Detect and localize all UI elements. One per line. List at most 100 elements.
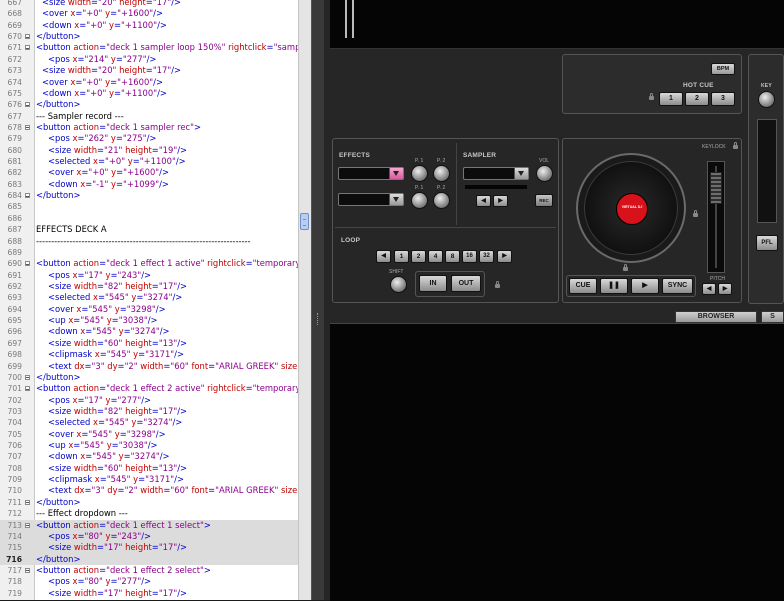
code-line[interactable]: 704 <selected x="545" y="3274"/> <box>0 417 298 428</box>
code-line[interactable]: 711 </button> <box>0 497 298 508</box>
sampler-next-button[interactable]: ▶ <box>493 195 508 207</box>
effect-2-param-2-knob[interactable] <box>433 192 450 209</box>
code-line[interactable]: 708 <size width="60" height="13"/> <box>0 463 298 474</box>
hot-cue-2-button[interactable]: 2 <box>685 92 709 106</box>
code-line[interactable]: 703 <size width="82" height="17"/> <box>0 406 298 417</box>
code-line[interactable]: 706 <up x="545" y="3038"/> <box>0 440 298 451</box>
effect-1-dropdown[interactable] <box>338 167 404 180</box>
code-line[interactable]: 693 <selected x="545" y="3274"/> <box>0 292 298 303</box>
code-line[interactable]: 676 </button> <box>0 99 298 110</box>
loop-in-button[interactable]: IN <box>419 275 447 292</box>
sampler-dropdown-arrow-icon[interactable] <box>514 168 528 179</box>
code-line[interactable]: 685 <box>0 201 298 212</box>
sampler-rec-button[interactable]: REC <box>535 194 553 207</box>
code-line[interactable]: 682 <over x="+0" y="+1600"/> <box>0 167 298 178</box>
jog-lock-icon[interactable] <box>693 210 698 217</box>
code-lines[interactable]: 667 <size width="20" height="17"/> 668 <ove… <box>0 0 298 599</box>
code-line[interactable]: 687 EFFECTS DECK A <box>0 224 298 235</box>
code-line[interactable]: 672 <pos x="214" y="277"/> <box>0 54 298 65</box>
loop-size-1-button[interactable]: 1 <box>394 250 409 263</box>
channel-fader-track[interactable] <box>757 119 777 223</box>
code-line[interactable]: 673 <size width="20" height="17"/> <box>0 65 298 76</box>
fold-toggle-icon[interactable] <box>25 34 30 40</box>
code-line[interactable]: 709 <clipmask x="545" y="3171"/> <box>0 474 298 485</box>
hot-cue-1-button[interactable]: 1 <box>659 92 683 106</box>
code-line[interactable]: 700 </button> <box>0 372 298 383</box>
code-line[interactable]: 671 <button action = "deck 1 sampler loop 1… <box>0 42 299 53</box>
code-line[interactable]: 686 <box>0 213 298 224</box>
fold-toggle-icon[interactable] <box>25 522 30 528</box>
code-line[interactable]: 702 <pos x="17" y="277"/> <box>0 395 298 406</box>
pitch-lock-icon[interactable] <box>623 264 628 271</box>
code-line[interactable]: 699 <text dx="3" dy="2" width="60" font="… <box>0 361 299 372</box>
code-line[interactable]: 697 <size width="60" height="13"/> <box>0 338 298 349</box>
code-line[interactable]: 710 <text dx="3" dy="2" width="60" font="… <box>0 485 299 496</box>
code-line[interactable]: 713 <button action="deck 1 effect 1 selec… <box>0 519 298 531</box>
code-line[interactable]: 674 <over x="+0" y="+1600"/> <box>0 77 298 88</box>
loop-lock-icon[interactable] <box>495 281 500 288</box>
fold-toggle-icon[interactable] <box>25 386 30 392</box>
code-line[interactable]: 719 <size width="17" height="17"/> <box>0 588 298 599</box>
keylock-lock-icon[interactable] <box>733 142 738 149</box>
pfl-button[interactable]: PFL <box>756 235 778 251</box>
fold-toggle-icon[interactable] <box>25 261 30 267</box>
effect-2-dropdown[interactable] <box>338 193 404 206</box>
bpm-button[interactable]: BPM <box>711 63 735 75</box>
code-line[interactable]: 678 <button action="deck 1 sampler rec"> <box>0 122 298 133</box>
sync-button[interactable]: SYNC <box>662 278 693 294</box>
browser-tab[interactable]: BROWSER <box>675 311 757 323</box>
loop-out-button[interactable]: OUT <box>451 275 481 292</box>
code-line[interactable]: 694 <over x="545" y="3298"/> <box>0 304 298 315</box>
sampler-dropdown[interactable] <box>463 167 529 180</box>
waveform-display[interactable] <box>330 0 784 49</box>
code-line[interactable]: 696 <down x="545" y="3274"/> <box>0 326 298 337</box>
code-line[interactable]: 691 <pos x="17" y="243"/> <box>0 270 298 281</box>
cue-button[interactable]: CUE <box>569 278 597 294</box>
editor-scrollbar[interactable] <box>298 0 311 600</box>
fold-toggle-icon[interactable] <box>25 45 30 51</box>
code-line[interactable]: 684 </button> <box>0 190 298 201</box>
pane-splitter[interactable] <box>311 0 324 600</box>
pitch-down-button[interactable]: ◀ <box>702 283 716 295</box>
hot-cue-3-button[interactable]: 3 <box>711 92 735 106</box>
loop-size-16-button[interactable]: 16 <box>462 250 477 263</box>
code-line[interactable]: 695 <up x="545" y="3038"/> <box>0 315 298 326</box>
code-line[interactable]: 675 <down x="+0" y="+1100"/> <box>0 88 298 99</box>
pitch-slider-handle[interactable] <box>710 172 722 204</box>
pause-button[interactable]: ❚❚ <box>600 278 628 294</box>
jog-wheel[interactable]: VIRTUAL DJ <box>576 153 686 263</box>
code-line[interactable]: 668 <over x="+0" y="+1600"/> <box>0 8 298 19</box>
loop-halve-button[interactable]: ◀ <box>376 250 391 263</box>
loop-shift-knob[interactable] <box>390 276 407 293</box>
effect-2-dropdown-arrow-icon[interactable] <box>389 194 403 205</box>
code-line[interactable]: 692 <size width="82" height="17"/> <box>0 281 298 292</box>
code-line[interactable]: 683 <down x="-1" y="+1099"/> <box>0 179 298 190</box>
code-line[interactable]: 701 <button action = "deck 1 effect 2 activ… <box>0 383 299 394</box>
fold-toggle-icon[interactable] <box>25 102 30 108</box>
browser-area[interactable] <box>330 323 784 601</box>
hotcue-lock-icon[interactable] <box>649 93 654 100</box>
code-line[interactable]: 715 <size width="17" height="17"/> <box>0 542 298 554</box>
code-line[interactable]: 707 <down x="545" y="3274"/> <box>0 451 298 462</box>
code-line[interactable]: 698 <clipmask x="545" y="3171"/> <box>0 349 298 360</box>
pitch-slider-track[interactable] <box>707 161 725 273</box>
loop-size-8-button[interactable]: 8 <box>445 250 460 263</box>
fold-toggle-icon[interactable] <box>25 499 30 505</box>
code-line[interactable]: 690 <button action = "deck 1 effect 1 activ… <box>0 258 299 269</box>
loop-double-button[interactable]: ▶ <box>497 250 512 263</box>
loop-size-4-button[interactable]: 4 <box>428 250 443 263</box>
code-line[interactable]: 677 --- Sampler record --- <box>0 111 298 122</box>
fold-toggle-icon[interactable] <box>25 567 30 573</box>
code-line[interactable]: 680 <size width="21" height="19"/> <box>0 145 298 156</box>
code-line[interactable]: 667 <size width="20" height="17"/> <box>0 0 298 8</box>
code-line[interactable]: 681 <selected x="+0" y="+1100"/> <box>0 156 298 167</box>
effect-1-param-2-knob[interactable] <box>433 165 450 182</box>
fold-toggle-icon[interactable] <box>25 124 30 130</box>
loop-size-2-button[interactable]: 2 <box>411 250 426 263</box>
code-line[interactable]: 718 <pos x="80" y="277"/> <box>0 576 298 587</box>
pitch-up-button[interactable]: ▶ <box>718 283 732 295</box>
code-line[interactable]: 688 -------------------------------------… <box>0 236 298 247</box>
scrollbar-thumb[interactable] <box>300 213 309 230</box>
effect-2-param-1-knob[interactable] <box>411 192 428 209</box>
code-line[interactable]: 670 </button> <box>0 31 298 42</box>
